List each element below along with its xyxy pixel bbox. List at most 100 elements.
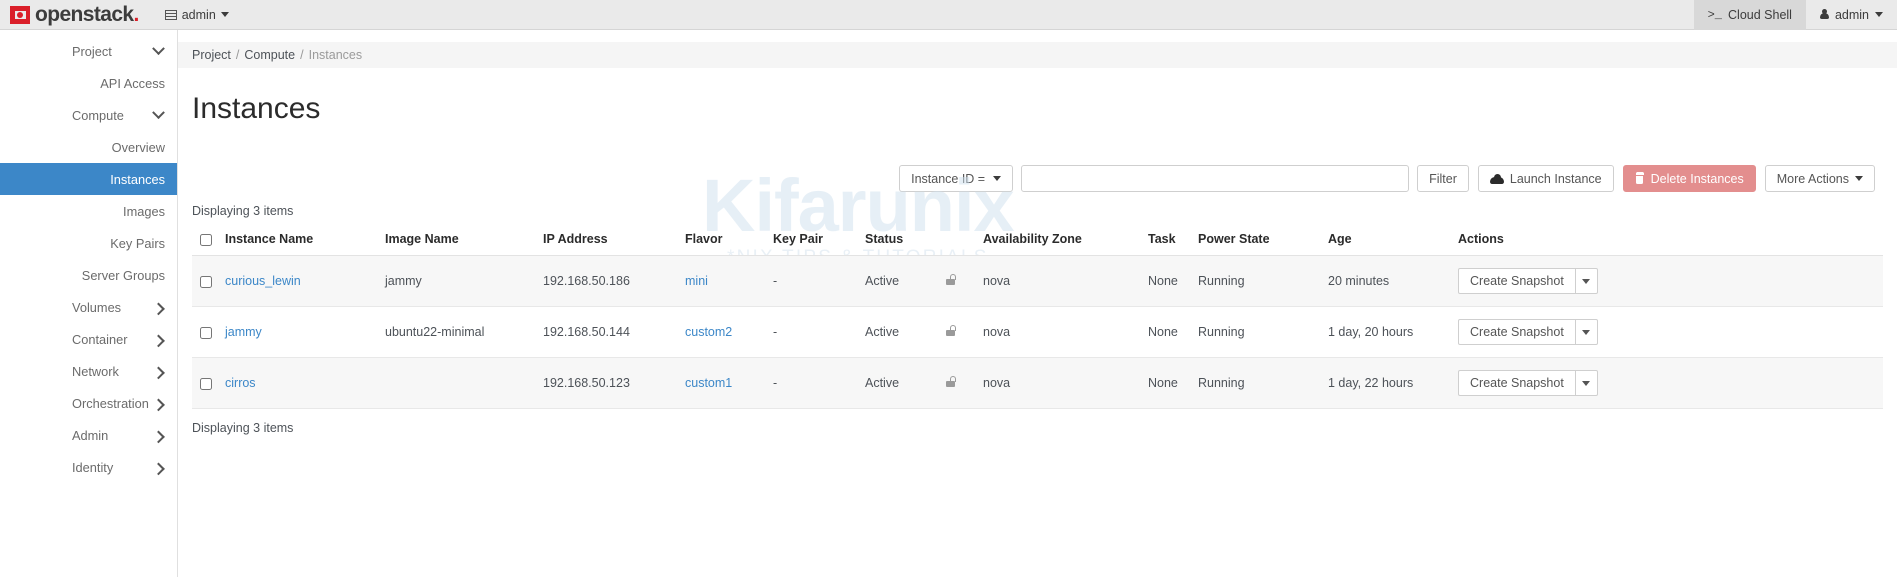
sidebar-item-images[interactable]: Images [0,195,177,227]
sidebar-item-label: Orchestration [72,396,149,411]
sidebar-item-label: Images [123,204,165,219]
breadcrumb: Project / Compute / Instances [178,42,1897,68]
cloud-shell-button[interactable]: >_ Cloud Shell [1694,0,1806,30]
sidebar-item-key-pairs[interactable]: Key Pairs [0,227,177,259]
table-row: curious_lewinjammy192.168.50.186mini-Act… [192,256,1883,307]
row-actions-dropdown-button[interactable] [1576,319,1598,345]
item-count-top: Displaying 3 items [192,204,1883,218]
sidebar-item-compute[interactable]: Compute [0,99,177,131]
sidebar-item-label: Network [72,364,119,379]
availability-zone-cell: nova [983,358,1148,409]
breadcrumb-item-compute[interactable]: Compute [244,48,295,62]
column-header-availability-zone[interactable]: Availability Zone [983,232,1148,256]
row-actions-dropdown-button[interactable] [1576,370,1598,396]
unlocked-padlock-icon [945,325,956,336]
row-actions-cell: Create Snapshot [1458,307,1883,358]
more-actions-button[interactable]: More Actions [1765,165,1875,192]
availability-zone: nova [983,274,1010,288]
column-header-age[interactable]: Age [1328,232,1458,256]
sidebar-item-overview[interactable]: Overview [0,131,177,163]
sidebar-item-admin[interactable]: Admin [0,419,177,451]
status: Active [865,376,899,390]
sidebar-item-server-groups[interactable]: Server Groups [0,259,177,291]
filter-button[interactable]: Filter [1417,165,1469,192]
user-menu[interactable]: admin [1806,0,1897,30]
availability-zone: nova [983,376,1010,390]
project-switcher-label: admin [182,8,216,22]
instance-name-cell: curious_lewin [225,256,385,307]
lock-state-cell [945,358,983,409]
key-pair-cell: - [773,358,865,409]
brand-wordmark: openstack. [35,4,139,25]
user-menu-label: admin [1835,8,1869,22]
navbar-right-group: >_ Cloud Shell admin [1694,0,1897,30]
sidebar-item-label: Compute [72,108,124,123]
column-header-instance-name[interactable]: Instance Name [225,232,385,256]
filter-field-select[interactable]: Instance ID = [899,165,1013,192]
table-row: jammyubuntu22-minimal192.168.50.144custo… [192,307,1883,358]
row-actions-dropdown-button[interactable] [1576,268,1598,294]
openstack-mark-icon [10,6,30,24]
power-state-cell: Running [1198,256,1328,307]
sidebar-item-identity[interactable]: Identity [0,451,177,483]
item-count-bottom: Displaying 3 items [192,421,1883,435]
sidebar-item-label: Container [72,332,128,347]
column-header-status[interactable]: Status [865,232,945,256]
sidebar-item-orchestration[interactable]: Orchestration [0,387,177,419]
sidebar-item-instances[interactable]: Instances [0,163,177,195]
power-state: Running [1198,325,1245,339]
row-select-checkbox[interactable] [200,378,212,390]
image-name: ubuntu22-minimal [385,325,484,339]
row-actions-split-button: Create Snapshot [1458,268,1598,294]
table-body: curious_lewinjammy192.168.50.186mini-Act… [192,256,1883,409]
sidebar-item-api-access[interactable]: API Access [0,67,177,99]
sidebar-item-project[interactable]: Project [0,35,177,67]
column-header-ip-address[interactable]: IP Address [543,232,685,256]
chevron-right-icon [152,366,165,379]
column-header-key-pair[interactable]: Key Pair [773,232,865,256]
delete-instances-button[interactable]: Delete Instances [1623,165,1756,192]
instance-name[interactable]: jammy [225,325,262,339]
column-header-task[interactable]: Task [1148,232,1198,256]
flavor[interactable]: mini [685,274,708,288]
breadcrumb-item-project[interactable]: Project [192,48,231,62]
create-snapshot-button[interactable]: Create Snapshot [1458,268,1576,294]
sidebar-item-volumes[interactable]: Volumes [0,291,177,323]
unlocked-padlock-icon [945,376,956,387]
sidebar-item-label: Overview [112,140,165,155]
table-row: cirros192.168.50.123custom1-ActivenovaNo… [192,358,1883,409]
chevron-right-icon [152,334,165,347]
project-switcher[interactable]: admin [165,8,229,22]
top-navbar: openstack. admin >_ Cloud Shell admin [0,0,1897,30]
sidebar-item-container[interactable]: Container [0,323,177,355]
sidebar-item-network[interactable]: Network [0,355,177,387]
trash-icon [1635,173,1645,184]
create-snapshot-button[interactable]: Create Snapshot [1458,319,1576,345]
power-state-cell: Running [1198,358,1328,409]
launch-instance-button[interactable]: Launch Instance [1478,165,1614,192]
image-name: jammy [385,274,422,288]
create-snapshot-button[interactable]: Create Snapshot [1458,370,1576,396]
row-select-checkbox[interactable] [200,327,212,339]
filter-search-input[interactable] [1021,165,1409,192]
openstack-logo[interactable]: openstack. [0,4,139,25]
instance-name[interactable]: cirros [225,376,256,390]
instance-name[interactable]: curious_lewin [225,274,301,288]
column-header-image-name[interactable]: Image Name [385,232,543,256]
column-header-lock-spacer [945,232,983,256]
lock-state-cell [945,256,983,307]
user-icon [1820,9,1829,20]
age-cell: 20 minutes [1328,256,1458,307]
image-name-cell [385,358,543,409]
table-head: Instance Name Image Name IP Address Flav… [192,232,1883,256]
flavor[interactable]: custom1 [685,376,732,390]
row-select-checkbox[interactable] [200,276,212,288]
flavor[interactable]: custom2 [685,325,732,339]
sidebar-item-label: API Access [100,76,165,91]
row-actions-split-button: Create Snapshot [1458,370,1598,396]
select-all-checkbox[interactable] [200,234,212,246]
sidebar-item-label: Admin [72,428,108,443]
task-cell: None [1148,358,1198,409]
column-header-flavor[interactable]: Flavor [685,232,773,256]
column-header-power-state[interactable]: Power State [1198,232,1328,256]
